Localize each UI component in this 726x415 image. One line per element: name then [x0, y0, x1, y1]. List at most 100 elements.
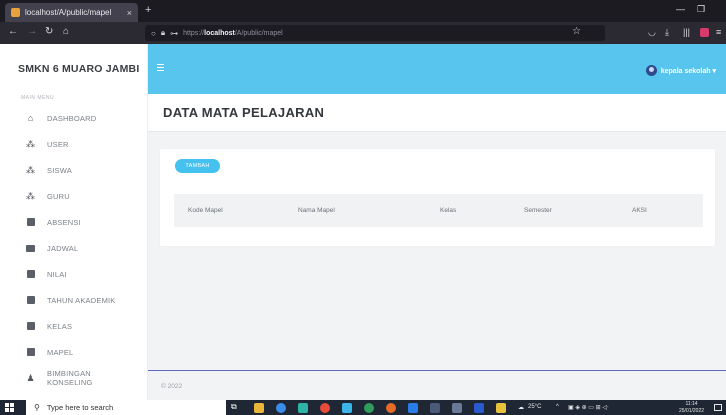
sidebar: SMKN 6 MUARO JAMBI MAIN MENU ⌂ DASHBOARD… [0, 44, 148, 400]
footer: © 2022 [148, 370, 726, 400]
app-icon[interactable] [496, 403, 506, 413]
back-icon[interactable]: ← [8, 26, 18, 37]
copyright-text: © 2022 [161, 383, 183, 390]
table-header: Kode Mapel Nama Mapel Kelas Semester AKS… [174, 194, 703, 227]
url-host: localhost [204, 29, 235, 37]
sidebar-item-label: NILAI [47, 269, 67, 279]
sidebar-item-label: KELAS [47, 321, 73, 331]
sidebar-item-user[interactable]: ⁂ USER [0, 132, 147, 156]
tag-icon [26, 270, 35, 278]
sidebar-item-kelas[interactable]: KELAS [0, 314, 147, 338]
task-view-icon[interactable]: ⧉ [231, 402, 241, 412]
sidebar-item-label: MAPEL [47, 347, 74, 357]
sidebar-item-tahun-akademik[interactable]: TAHUN AKADEMIK [0, 288, 147, 312]
store-icon[interactable] [342, 403, 352, 413]
person-icon: ♟ [26, 373, 35, 383]
calendar-icon [26, 348, 35, 356]
library-icon[interactable]: ||| [683, 27, 690, 37]
bookmark-star-icon[interactable]: ☆ [572, 26, 581, 37]
app-icon[interactable] [452, 403, 462, 413]
taskbar: ⚲ Type here to search ⧉ ☁ 25°C ^ ▣ ◈ ⊕ ▭… [0, 400, 726, 415]
sidebar-item-nilai[interactable]: NILAI [0, 262, 147, 286]
forward-icon[interactable]: → [27, 26, 37, 37]
column-header-kelas: Kelas [440, 207, 457, 214]
sidebar-item-label: SISWA [47, 165, 72, 175]
download-icon[interactable]: ⤓ [665, 27, 669, 38]
search-icon: ⚲ [34, 403, 40, 412]
windows-start-icon[interactable] [5, 403, 14, 412]
vscode-icon[interactable] [408, 403, 418, 413]
page-title: DATA MATA PELAJARAN [163, 105, 325, 120]
page-header: DATA MATA PELAJARAN [148, 94, 726, 132]
app-icon[interactable] [298, 403, 308, 413]
sidebar-item-jadwal[interactable]: JADWAL [0, 236, 147, 260]
calendar-icon [26, 322, 35, 330]
shield-icon: ○ [151, 28, 156, 38]
users-icon: ⁂ [26, 139, 35, 149]
app-icon[interactable] [276, 403, 286, 413]
minimize-icon[interactable]: — [676, 4, 685, 14]
weather-text[interactable]: 25°C [528, 404, 541, 410]
sidebar-item-siswa[interactable]: ⁂ SISWA [0, 158, 147, 182]
word-icon[interactable] [474, 403, 484, 413]
clipboard-icon [26, 218, 35, 226]
users-icon: ⁂ [26, 191, 35, 201]
sidebar-item-dashboard[interactable]: ⌂ DASHBOARD [0, 106, 147, 130]
url-path: /A/public/mapel [234, 29, 283, 37]
app-icon[interactable] [430, 403, 440, 413]
key-icon: ⊶ [170, 28, 179, 38]
top-header-bar: kepala sekolah ▾ [148, 44, 726, 94]
new-tab-button[interactable]: + [145, 4, 151, 16]
weather-icon[interactable]: ☁ [518, 404, 524, 411]
pocket-icon[interactable]: ◡ [648, 27, 656, 38]
user-name: kepala sekolah ▾ [660, 67, 716, 75]
calendar-icon [26, 296, 35, 304]
add-button[interactable]: TAMBAH [175, 159, 220, 173]
tab-close-button[interactable]: × [127, 8, 132, 18]
address-bar[interactable]: ○ 🔒︎ ⊶ https:// localhost /A/public/mape… [145, 25, 605, 41]
sidebar-item-label: TAHUN AKADEMIK [47, 295, 116, 305]
sidebar-item-label: ABSENSI [47, 217, 81, 227]
restore-icon[interactable]: ❐ [697, 4, 705, 15]
home-button-icon[interactable]: ⌂ [63, 26, 69, 37]
menu-icon[interactable]: ≡ [716, 27, 721, 37]
url-scheme: https:// [183, 29, 205, 37]
notification-icon[interactable] [714, 404, 722, 411]
extension-icon[interactable] [700, 28, 709, 37]
lock-icon: 🔒︎ [160, 28, 166, 37]
chevron-up-icon[interactable]: ^ [556, 404, 559, 410]
sidebar-item-label: BIMBINGAN KONSELING [47, 369, 93, 387]
sidebar-item-bimbingan-konseling[interactable]: ♟ BIMBINGAN KONSELING [0, 364, 147, 392]
reload-icon[interactable]: ↻ [45, 26, 53, 37]
firefox-icon[interactable] [386, 403, 396, 413]
browser-nav-bar: ← → ↻ ⌂ ○ 🔒︎ ⊶ https:// localhost /A/pub… [0, 22, 726, 44]
tray-icons[interactable]: ▣ ◈ ⊕ ▭ ⊞ ◁ᐧ [568, 404, 609, 411]
browser-tab-strip: localhost/A/public/mapel × + — ❐ [0, 0, 726, 22]
sidebar-item-label: DASHBOARD [47, 113, 97, 123]
clock-date: 25/01/2022 [679, 407, 705, 414]
app-icon[interactable] [320, 403, 330, 413]
tab-title: localhost/A/public/mapel [25, 8, 112, 17]
user-menu[interactable]: kepala sekolah ▾ [645, 65, 716, 76]
sidebar-item-label: JADWAL [47, 243, 79, 253]
clock[interactable]: 11:14 25/01/2022 [679, 401, 704, 414]
sidebar-item-absensi[interactable]: ABSENSI [0, 210, 147, 234]
favicon-icon [11, 8, 20, 17]
file-explorer-icon[interactable] [254, 403, 264, 413]
data-card: TAMBAH Kode Mapel Nama Mapel Kelas Semes… [160, 149, 715, 246]
column-header-kode-mapel: Kode Mapel [188, 207, 223, 214]
column-header-semester: Semester [524, 207, 552, 214]
taskbar-search-input[interactable]: ⚲ Type here to search [26, 400, 226, 415]
column-header-aksi: AKSI [632, 207, 647, 214]
sidebar-item-label: GURU [47, 191, 70, 201]
chrome-icon[interactable] [364, 403, 374, 413]
sidebar-item-label: USER [47, 139, 69, 149]
brand-title: SMKN 6 MUARO JAMBI [18, 63, 140, 75]
browser-tab[interactable]: localhost/A/public/mapel × [5, 3, 138, 22]
taskbar-search-placeholder: Type here to search [46, 403, 114, 412]
sidebar-item-guru[interactable]: ⁂ GURU [0, 184, 147, 208]
hamburger-menu-icon[interactable] [157, 64, 164, 71]
column-header-nama-mapel: Nama Mapel [298, 207, 335, 214]
users-icon: ⁂ [26, 165, 35, 175]
sidebar-item-mapel[interactable]: MAPEL [0, 340, 147, 364]
